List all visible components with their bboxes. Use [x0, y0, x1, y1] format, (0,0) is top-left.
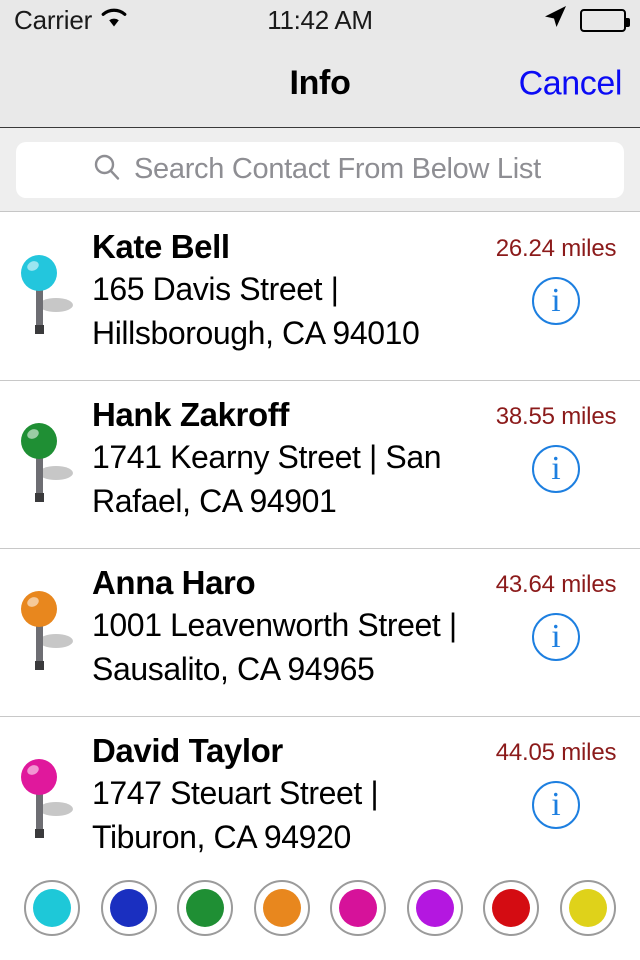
- color-swatch-red[interactable]: [483, 879, 540, 936]
- status-bar-left: Carrier: [14, 4, 127, 37]
- app-screen: Carrier 11:42 AM Info Cancel Search Cont…: [0, 0, 640, 960]
- pin-cell: [0, 731, 92, 841]
- pin-cell: [0, 227, 92, 337]
- navigation-bar: Info Cancel: [0, 40, 640, 128]
- map-pin-icon: [21, 255, 73, 334]
- info-circle-icon[interactable]: i: [532, 613, 580, 661]
- pin-head: [21, 423, 57, 459]
- pin-cell: [0, 395, 92, 505]
- swatch-fill: [186, 888, 225, 927]
- distance-label: 38.55 miles: [495, 403, 617, 430]
- color-picker-bar: [0, 855, 640, 960]
- contact-list[interactable]: Kate Bell 165 Davis Street | Hillsboroug…: [0, 213, 640, 960]
- swatch-fill: [262, 888, 301, 927]
- contact-name: Anna Haro: [92, 564, 256, 601]
- table-row[interactable]: Anna Haro 1001 Leavenworth Street | Saus…: [0, 549, 640, 717]
- row-accessory: 38.55 miles i: [486, 395, 626, 493]
- cancel-button[interactable]: Cancel: [519, 64, 623, 103]
- info-circle-icon[interactable]: i: [532, 277, 580, 325]
- page-title: Info: [289, 64, 351, 102]
- row-accessory: 26.24 miles i: [486, 227, 626, 325]
- wifi-icon: [101, 4, 127, 35]
- search-input[interactable]: Search Contact From Below List: [16, 141, 624, 198]
- distance-label: 43.64 miles: [495, 571, 617, 598]
- info-circle-icon[interactable]: i: [532, 781, 580, 829]
- search-placeholder: Search Contact From Below List: [134, 153, 541, 185]
- location-arrow-icon: [542, 4, 570, 37]
- pin-cell: [0, 563, 92, 673]
- color-swatch-purple[interactable]: [406, 879, 463, 936]
- swatch-fill: [415, 888, 454, 927]
- contact-name: Kate Bell: [92, 228, 230, 265]
- pin-head: [21, 591, 57, 627]
- info-circle-icon[interactable]: i: [532, 445, 580, 493]
- map-pin-icon: [21, 423, 73, 502]
- pin-head: [21, 759, 57, 795]
- color-swatch-magenta[interactable]: [330, 879, 387, 936]
- search-bar-container: Search Contact From Below List: [0, 128, 640, 212]
- swatch-fill: [33, 888, 72, 927]
- distance-label: 26.24 miles: [495, 235, 617, 262]
- color-swatch-green[interactable]: [177, 879, 234, 936]
- row-accessory: 44.05 miles i: [486, 731, 626, 829]
- distance-label: 44.05 miles: [495, 739, 617, 766]
- color-swatch-blue[interactable]: [100, 879, 157, 936]
- swatch-fill: [568, 888, 607, 927]
- contact-name: Hank Zakroff: [92, 396, 289, 433]
- swatch-fill: [339, 888, 378, 927]
- pin-head: [21, 255, 57, 291]
- color-swatch-cyan[interactable]: [24, 879, 81, 936]
- contact-address: 1741 Kearny Street | San Rafael, CA 9490…: [92, 439, 442, 519]
- map-pin-icon: [21, 591, 73, 670]
- status-bar-right: [542, 4, 630, 37]
- status-bar: Carrier 11:42 AM: [0, 0, 640, 40]
- contact-address: 1001 Leavenworth Street | Sausalito, CA …: [92, 607, 457, 687]
- map-pin-icon: [21, 759, 73, 838]
- color-swatch-orange[interactable]: [253, 879, 310, 936]
- swatch-fill: [109, 888, 148, 927]
- contact-address: 1747 Steuart Street | Tiburon, CA 94920: [92, 775, 379, 855]
- search-icon: [92, 152, 122, 187]
- swatch-fill: [492, 888, 531, 927]
- carrier-label: Carrier: [14, 4, 93, 35]
- contact-name: David Taylor: [92, 732, 283, 769]
- contact-address: 165 Davis Street | Hillsborough, CA 9401…: [92, 271, 420, 351]
- table-row[interactable]: Kate Bell 165 Davis Street | Hillsboroug…: [0, 213, 640, 381]
- battery-full-icon: [580, 8, 630, 32]
- table-row[interactable]: Hank Zakroff 1741 Kearny Street | San Ra…: [0, 381, 640, 549]
- row-accessory: 43.64 miles i: [486, 563, 626, 661]
- color-swatch-yellow[interactable]: [559, 879, 616, 936]
